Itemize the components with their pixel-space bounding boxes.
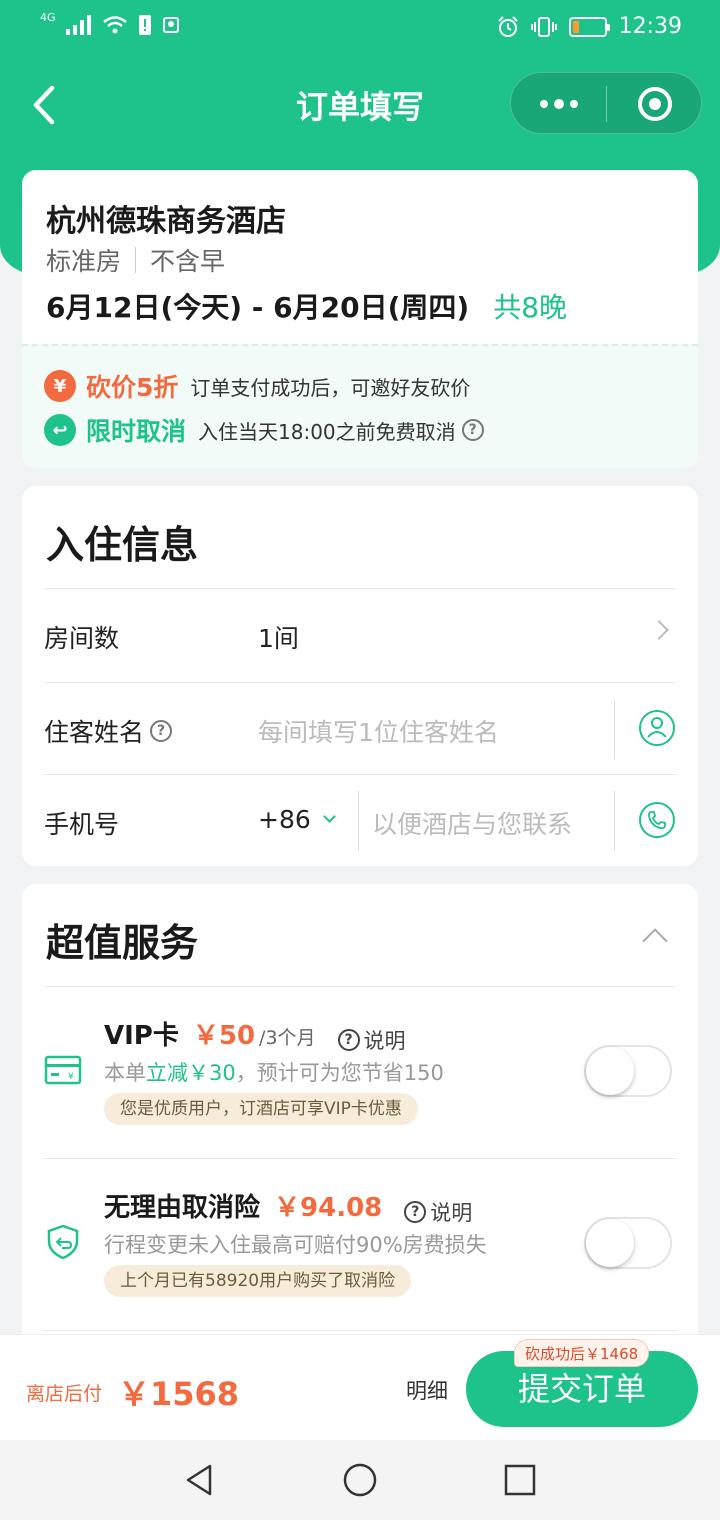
bargain-price-badge: 砍成功后￥1468 (514, 1339, 650, 1367)
help-icon[interactable]: ? (150, 720, 173, 742)
room-type: 标准房 (46, 247, 122, 276)
rooms-value: 1间 (258, 624, 299, 653)
target-close-icon (638, 87, 672, 121)
service-unit: /3个月 (259, 1027, 316, 1049)
hotel-summary-card: 杭州德珠商务酒店 标准房 不含早 6月12日(今天) - 6月20日(周四) 共… (22, 170, 698, 468)
yuan-icon: ¥ (44, 370, 76, 402)
guest-name-label: 住客姓名 (44, 718, 145, 747)
room-info: 标准房 不含早 (46, 242, 225, 278)
service-price: ￥50 (192, 1021, 256, 1051)
service-price: ￥94.08 (274, 1193, 383, 1223)
explain-link[interactable]: ? 说明 (337, 1025, 406, 1055)
country-code-select[interactable]: +86 (258, 805, 336, 834)
promo-title: 限时取消 (86, 417, 187, 446)
close-miniprogram-button[interactable] (607, 73, 703, 135)
contact-person-icon[interactable] (638, 709, 676, 747)
nav-back-icon[interactable] (182, 1462, 218, 1498)
chevron-up-icon[interactable] (642, 928, 668, 954)
nav-home-icon[interactable] (342, 1462, 378, 1498)
price-detail-link[interactable]: 明细 (406, 1375, 448, 1405)
rooms-row[interactable]: 房间数 1间 (44, 588, 676, 680)
help-icon: ? (337, 1029, 360, 1051)
battery-icon (568, 16, 610, 37)
section-title: 超值服务 (46, 921, 199, 965)
wifi-icon (102, 16, 127, 34)
service-tag: 您是优质用户，订酒店可享VIP卡优惠 (104, 1093, 418, 1125)
service-name: VIP卡 (104, 1021, 179, 1051)
order-bottom-bar: 离店后付 ￥1568 明细 提交订单 砍成功后￥1468 (0, 1334, 720, 1440)
more-menu-button[interactable] (511, 73, 606, 135)
service-title-row: VIP卡 ￥50 /3个月 ? 说明 (104, 1015, 406, 1055)
service-tag: 上个月已有58920用户购买了取消险 (104, 1265, 412, 1297)
country-code: +86 (258, 805, 311, 834)
vip-card-icon: ¥ (44, 1055, 82, 1085)
section-title: 入住信息 (46, 523, 199, 567)
checkin-info-card: 入住信息 房间数 1间 住客姓名 ? 每间填写1位住客姓名 手机号 +86 以便… (22, 486, 698, 866)
rooms-label: 房间数 (44, 624, 120, 653)
promo-panel: ¥ 砍价5折 订单支付成功后，可邀好友砍价 ↩ 限时取消 入住当天18:00之前… (22, 344, 698, 468)
sim-alert-icon (138, 15, 151, 35)
cancel-insurance-toggle[interactable] (584, 1217, 672, 1269)
undo-icon: ↩ (44, 414, 76, 446)
guest-name-label-wrap: 住客姓名 ? (44, 713, 173, 749)
service-title-row: 无理由取消险 ￥94.08 ? 说明 (104, 1187, 472, 1227)
signal-icon (65, 15, 91, 35)
bargain-promo: ¥ 砍价5折 订单支付成功后，可邀好友砍价 (44, 368, 470, 404)
chevron-down-icon (322, 810, 336, 823)
guest-name-row: 住客姓名 ? 每间填写1位住客姓名 (44, 682, 676, 774)
promo-desc: 订单支付成功后，可邀好友砍价 (190, 375, 471, 400)
cancel-insurance-service: 无理由取消险 ￥94.08 ? 说明 行程变更未入住最高可赔付90%房费损失 上个… (44, 1158, 676, 1330)
vip-card-service: ¥ VIP卡 ￥50 /3个月 ? 说明 本单立减￥30，预计可为您节省150 您… (44, 986, 676, 1158)
date-range: 6月12日(今天) - 6月20日(周四) (46, 291, 470, 324)
value-services-card: 超值服务 ¥ VIP卡 ￥50 /3个月 ? 说明 本单立减￥30，预计可为您节省… (22, 884, 698, 1344)
hotel-name: 杭州德珠商务酒店 (46, 204, 286, 239)
breakfast-info: 不含早 (150, 247, 226, 276)
nav-bar: 订单填写 (0, 60, 720, 150)
alarm-icon (497, 15, 518, 37)
more-dots-icon (539, 100, 548, 108)
shield-undo-icon (47, 1225, 79, 1259)
phone-row: 手机号 +86 以便酒店与您联系 (44, 774, 676, 866)
free-cancel-promo[interactable]: ↩ 限时取消 入住当天18:00之前免费取消 ? (44, 412, 484, 448)
status-bar: 4G 12:39 (0, 0, 720, 56)
nav-recents-icon[interactable] (502, 1462, 538, 1498)
phone-icon[interactable] (638, 801, 676, 839)
vip-card-toggle[interactable] (584, 1045, 672, 1097)
explain-link[interactable]: ? 说明 (404, 1197, 472, 1227)
help-icon[interactable]: ? (461, 419, 484, 441)
promo-desc: 入住当天18:00之前免费取消 (198, 419, 456, 444)
app-notification-icon (162, 17, 179, 33)
clock: 12:39 (618, 14, 682, 39)
system-nav-bar (0, 1440, 720, 1520)
service-desc: 行程变更未入住最高可赔付90%房费损失 (104, 1233, 487, 1257)
svg-text:¥: ¥ (68, 1072, 74, 1082)
pay-method-label: 离店后付 (26, 1383, 103, 1405)
guest-name-input[interactable]: 每间填写1位住客姓名 (258, 713, 499, 749)
phone-label: 手机号 (44, 810, 120, 839)
chevron-right-icon (649, 620, 669, 640)
help-icon: ? (404, 1201, 427, 1223)
network-type: 4G (40, 10, 56, 24)
nights-count: 共8晚 (493, 291, 568, 324)
vibrate-icon (530, 16, 557, 37)
service-desc: 本单立减￥30，预计可为您节省150 (104, 1061, 444, 1085)
service-name: 无理由取消险 (104, 1193, 261, 1223)
phone-input[interactable]: 以便酒店与您联系 (372, 805, 572, 841)
miniprogram-capsule (510, 72, 702, 134)
total-price: ￥1568 (118, 1375, 240, 1413)
promo-title: 砍价5折 (86, 373, 179, 402)
stay-dates: 6月12日(今天) - 6月20日(周四) 共8晚 (46, 286, 567, 326)
